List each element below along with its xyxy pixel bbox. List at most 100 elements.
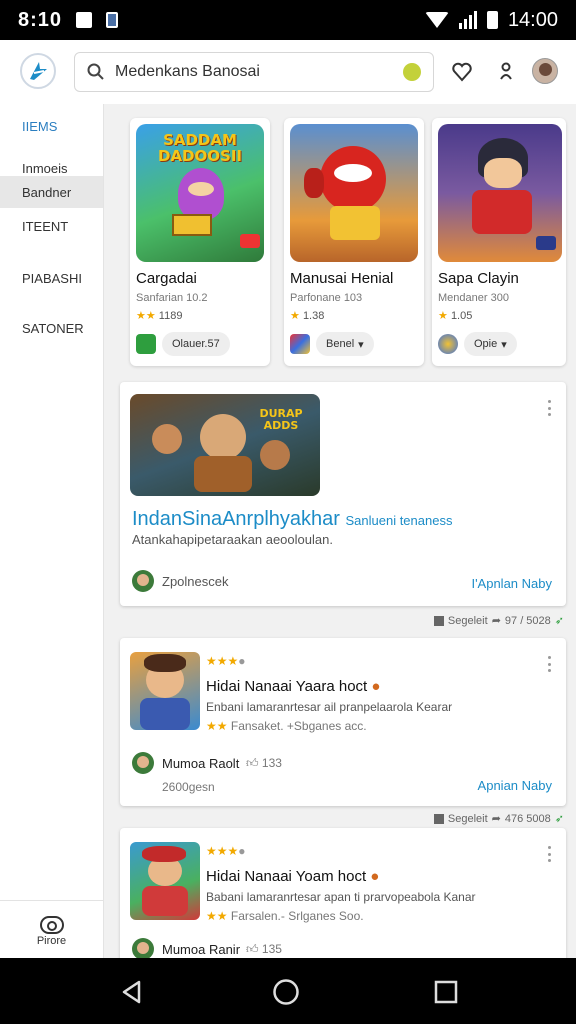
featured-art-title: DURAP ADDS: [259, 407, 303, 432]
more-options-icon[interactable]: [548, 846, 552, 862]
featured-meta: Segeleit ➦ 97 / 5028 ➶: [433, 614, 564, 627]
app-name: Cargadai: [136, 270, 197, 287]
list-description: Babani lamaranrtesar apan ti prarvopeabo…: [206, 890, 476, 904]
list-artwork: [130, 652, 200, 730]
author-avatar: [132, 570, 154, 592]
app-artwork: SADDAM DADOOSII: [136, 124, 264, 262]
app-subtitle: Sanfarian 10.2: [136, 292, 208, 304]
featured-action-link[interactable]: I'Apnlan Naby: [471, 576, 552, 591]
app-subtitle: Parfonane 103: [290, 292, 363, 304]
app-art-title: SADDAM DADOOSII: [158, 131, 242, 165]
author-name: Mumoa Raolt: [162, 756, 240, 771]
notification-icon: [76, 12, 93, 28]
sidebar-item-items[interactable]: IIEMS: [0, 110, 103, 142]
app-name: Manusai Henial: [290, 270, 394, 287]
status-clock: 14:00: [507, 8, 558, 31]
badge-icon: ●: [370, 868, 380, 885]
status-bar: 8:10 14:00: [0, 0, 576, 40]
app-subtitle: Mendaner 300: [438, 292, 509, 304]
sidebar-item-piabashi[interactable]: PIABASHI: [0, 262, 103, 294]
status-time: 8:10: [18, 8, 63, 31]
profile-avatar[interactable]: [532, 58, 558, 84]
logo-icon: [30, 62, 47, 80]
chevron-down-icon: ▾: [501, 338, 507, 351]
camera-icon: [39, 915, 64, 934]
list-description: Enbani lamaranrtesar ail pranpelaarola K…: [206, 700, 453, 714]
signal-icon: [458, 11, 477, 29]
sidebar-item-bandner[interactable]: Bandner: [0, 176, 103, 208]
list-card[interactable]: ★★★● Hidai Nanaai Yoam hoct ● Babani lam…: [120, 828, 566, 978]
square-icon: [433, 813, 444, 824]
app-logo[interactable]: [20, 53, 56, 89]
app-chip-button[interactable]: Opie ▾: [464, 332, 517, 356]
app-chip-button[interactable]: Benel ▾: [316, 332, 374, 356]
more-options-icon[interactable]: [548, 400, 552, 416]
app-name: Sapa Clayin: [438, 270, 519, 287]
list-stats: ★★ Fansaket. +Sbganes acc.: [206, 719, 367, 733]
notifications-icon[interactable]: [492, 58, 520, 86]
app-small-icon: [290, 334, 310, 354]
system-nav-bar: [0, 958, 576, 1024]
app-notification-icon: [106, 12, 119, 28]
list-title: Hidai Nanaai Yaara hoct ●: [206, 678, 381, 695]
sidebar: IIEMS Inmoeis Bandner ITEENT PIABASHI SA…: [0, 104, 104, 958]
trend-icon: ➶: [554, 615, 564, 627]
thumb-icon: 👍︎: [246, 756, 259, 770]
list-card[interactable]: ★★★● Hidai Nanaai Yaara hoct ● Enbani la…: [120, 638, 566, 806]
back-icon: [122, 980, 141, 1004]
app-small-icon: [438, 334, 458, 354]
list-title: Hidai Nanaai Yoam hoct ●: [206, 868, 380, 885]
list-artwork: [130, 842, 200, 920]
battery-icon: [486, 11, 498, 29]
wishlist-icon[interactable]: [448, 58, 476, 86]
chevron-down-icon: ▾: [358, 338, 364, 351]
app-artwork: [290, 124, 418, 262]
author-name: Zpolnescek: [162, 574, 229, 589]
search-input[interactable]: [115, 63, 385, 81]
share-icon: ➦: [491, 615, 501, 627]
photo-tab[interactable]: Pirore: [0, 900, 103, 958]
check-icon: [136, 334, 156, 354]
recents-button[interactable]: [432, 978, 460, 1006]
author-avatar: [132, 938, 154, 960]
featured-card[interactable]: DURAP ADDS IndanSinaAnrplhyakhar Sanluen…: [120, 382, 566, 606]
voice-search-icon[interactable]: [403, 63, 421, 81]
likes-count: 👍︎ 135: [246, 942, 282, 956]
recents-icon: [434, 980, 458, 1004]
app-chip-button[interactable]: Olauer.57: [162, 332, 230, 356]
app-card[interactable]: Manusai Henial Parfonane 103 ★ 1.38 Bene…: [284, 118, 424, 366]
photo-tab-label: Pirore: [36, 934, 67, 947]
square-icon: [433, 615, 444, 626]
more-options-icon[interactable]: [548, 656, 552, 672]
app-rating: ★★ 1189: [136, 310, 183, 322]
back-button[interactable]: [118, 978, 146, 1006]
share-icon: ➦: [491, 813, 501, 825]
home-icon: [273, 979, 299, 1005]
app-card[interactable]: SADDAM DADOOSII Cargadai Sanfarian 10.2 …: [130, 118, 270, 366]
likes-count: 👍︎ 133: [246, 756, 282, 770]
app-rating: ★ 1.05: [438, 310, 473, 322]
list-count: 2600gesn: [162, 780, 215, 794]
author-avatar: [132, 752, 154, 774]
featured-artwork: DURAP ADDS: [130, 394, 320, 496]
list-action-link[interactable]: Apnian Naby: [478, 778, 552, 793]
list-stats: ★★ Farsalen.- Srlganes Soo.: [206, 909, 364, 923]
home-button[interactable]: [272, 978, 300, 1006]
featured-description: Atankahapipetaraakan aeooloulan.: [132, 532, 333, 547]
sidebar-item-satoner[interactable]: SATONER: [0, 312, 103, 344]
author-name: Mumoa Ranir: [162, 942, 241, 957]
list-rating: ★★★●: [206, 844, 246, 858]
list-meta: Segeleit ➦ 476 5008 ➶: [433, 812, 564, 825]
featured-title: IndanSinaAnrplhyakhar Sanlueni tenaness: [132, 508, 453, 530]
wifi-icon: [424, 12, 449, 28]
trend-icon: ➶: [554, 813, 564, 825]
app-artwork: [438, 124, 562, 262]
app-header: [0, 40, 576, 104]
app-card[interactable]: Sapa Clayin Mendaner 300 ★ 1.05 Opie ▾: [432, 118, 566, 366]
sidebar-item-iteent[interactable]: ITEENT: [0, 210, 103, 242]
app-rating: ★ 1.38: [290, 310, 325, 322]
search-bar[interactable]: [74, 52, 434, 92]
list-rating: ★★★●: [206, 654, 246, 668]
badge-icon: ●: [371, 678, 381, 695]
search-icon: [87, 63, 104, 80]
